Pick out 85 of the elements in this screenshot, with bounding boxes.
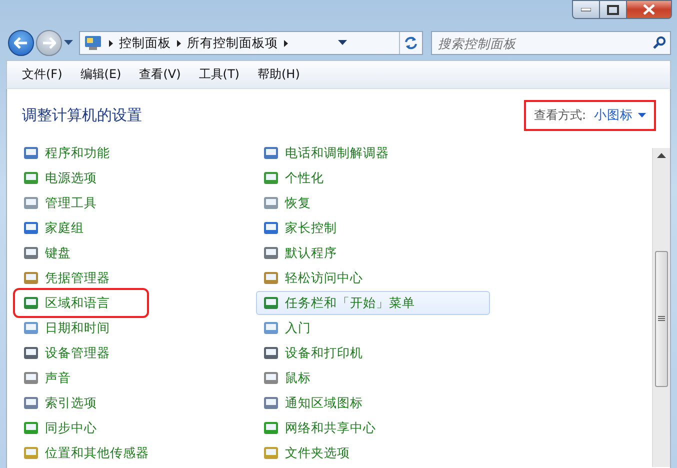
- close-icon: [643, 4, 655, 15]
- applet-icon: [263, 420, 279, 436]
- address-bar[interactable]: 控制面板 所有控制面板项: [79, 31, 423, 55]
- control-panel-item[interactable]: 电源选项: [16, 166, 146, 190]
- chevron-icon[interactable]: [177, 40, 181, 46]
- applet-icon: [23, 320, 39, 336]
- control-panel-item[interactable]: 管理工具: [16, 191, 146, 215]
- applet-icon: [23, 370, 39, 386]
- back-arrow-icon: [14, 37, 28, 49]
- view-by-label: 查看方式:: [534, 106, 586, 124]
- close-button[interactable]: [626, 0, 672, 19]
- control-panel-item[interactable]: 通知区域图标: [256, 391, 386, 415]
- control-panel-item[interactable]: 同步中心: [16, 416, 146, 440]
- caret-icon: [638, 112, 646, 118]
- control-panel-item[interactable]: 鼠标: [256, 366, 386, 390]
- breadcrumb-item[interactable]: 所有控制面板项: [184, 34, 281, 52]
- control-panel-item[interactable]: 设备管理器: [16, 341, 146, 365]
- breadcrumb-item[interactable]: 控制面板: [116, 34, 174, 52]
- control-panel-item[interactable]: 网络和共享中心: [256, 416, 386, 440]
- control-panel-item[interactable]: 任务栏和「开始」菜单: [256, 291, 490, 315]
- applet-icon: [23, 295, 39, 311]
- control-panel-item[interactable]: 恢复: [256, 191, 386, 215]
- applet-icon: [263, 320, 279, 336]
- chevron-icon[interactable]: [109, 40, 113, 46]
- control-panel-item[interactable]: 设备和打印机: [256, 341, 386, 365]
- maximize-button[interactable]: [599, 0, 626, 19]
- control-panel-item[interactable]: 家庭组: [16, 216, 146, 240]
- minimize-icon: [581, 8, 591, 12]
- control-panel-item[interactable]: 程序和功能: [16, 141, 146, 165]
- search-field[interactable]: 搜索控制面板: [431, 31, 671, 55]
- control-panel-item[interactable]: 声音: [16, 366, 146, 390]
- applet-icon: [23, 170, 39, 186]
- applet-icon: [263, 295, 279, 311]
- view-by-dropdown[interactable]: 小图标: [594, 106, 646, 124]
- applet-icon: [23, 345, 39, 361]
- applet-icon: [23, 445, 39, 461]
- control-panel-item[interactable]: 家长控制: [256, 216, 386, 240]
- applet-icon: [263, 245, 279, 261]
- maximize-icon: [607, 4, 619, 14]
- back-button[interactable]: [8, 30, 34, 56]
- control-panel-item[interactable]: 区域和语言: [16, 291, 146, 315]
- applet-icon: [263, 170, 279, 186]
- page-heading: 调整计算机的设置: [22, 106, 142, 124]
- menu-item[interactable]: 帮助(H): [248, 63, 309, 86]
- forward-arrow-icon: [42, 37, 56, 49]
- applet-icon: [23, 220, 39, 236]
- applet-icon: [23, 420, 39, 436]
- control-panel-item[interactable]: 凭据管理器: [16, 266, 146, 290]
- applet-icon: [263, 270, 279, 286]
- applet-icon: [23, 195, 39, 211]
- applet-icon: [263, 220, 279, 236]
- applet-icon: [23, 270, 39, 286]
- applet-icon: [263, 370, 279, 386]
- control-panel-item[interactable]: 键盘: [16, 241, 146, 265]
- menu-item[interactable]: 查看(V): [130, 63, 190, 86]
- control-panel-item[interactable]: 位置和其他传感器: [16, 441, 156, 465]
- scroll-up-icon[interactable]: [657, 153, 666, 159]
- minimize-button[interactable]: [572, 0, 599, 19]
- control-panel-item[interactable]: 电话和调制解调器: [256, 141, 396, 165]
- control-panel-item[interactable]: 文件夹选项: [256, 441, 386, 465]
- applet-icon: [263, 445, 279, 461]
- applet-icon: [263, 345, 279, 361]
- applet-icon: [23, 245, 39, 261]
- scrollbar[interactable]: [652, 148, 670, 467]
- dropdown-icon[interactable]: [338, 40, 346, 46]
- control-panel-item[interactable]: 日期和时间: [16, 316, 146, 340]
- control-panel-item[interactable]: 默认程序: [256, 241, 386, 265]
- chevron-icon[interactable]: [284, 40, 288, 46]
- menu-item[interactable]: 工具(T): [190, 63, 248, 86]
- control-panel-item[interactable]: 个性化: [256, 166, 386, 190]
- applet-icon: [263, 195, 279, 211]
- control-panel-item[interactable]: 轻松访问中心: [256, 266, 386, 290]
- applet-icon: [263, 395, 279, 411]
- search-icon[interactable]: [653, 36, 666, 49]
- control-panel-icon: [84, 35, 102, 51]
- menu-item[interactable]: 编辑(E): [71, 63, 130, 86]
- history-dropdown-icon[interactable]: [64, 40, 73, 46]
- applet-icon: [23, 145, 39, 161]
- menu-item[interactable]: 文件(F): [13, 63, 72, 86]
- control-panel-item[interactable]: 入门: [256, 316, 386, 340]
- applet-icon: [263, 145, 279, 161]
- grip-icon: [658, 316, 665, 322]
- applet-icon: [23, 395, 39, 411]
- control-panel-item[interactable]: 索引选项: [16, 391, 146, 415]
- refresh-icon: [404, 36, 418, 50]
